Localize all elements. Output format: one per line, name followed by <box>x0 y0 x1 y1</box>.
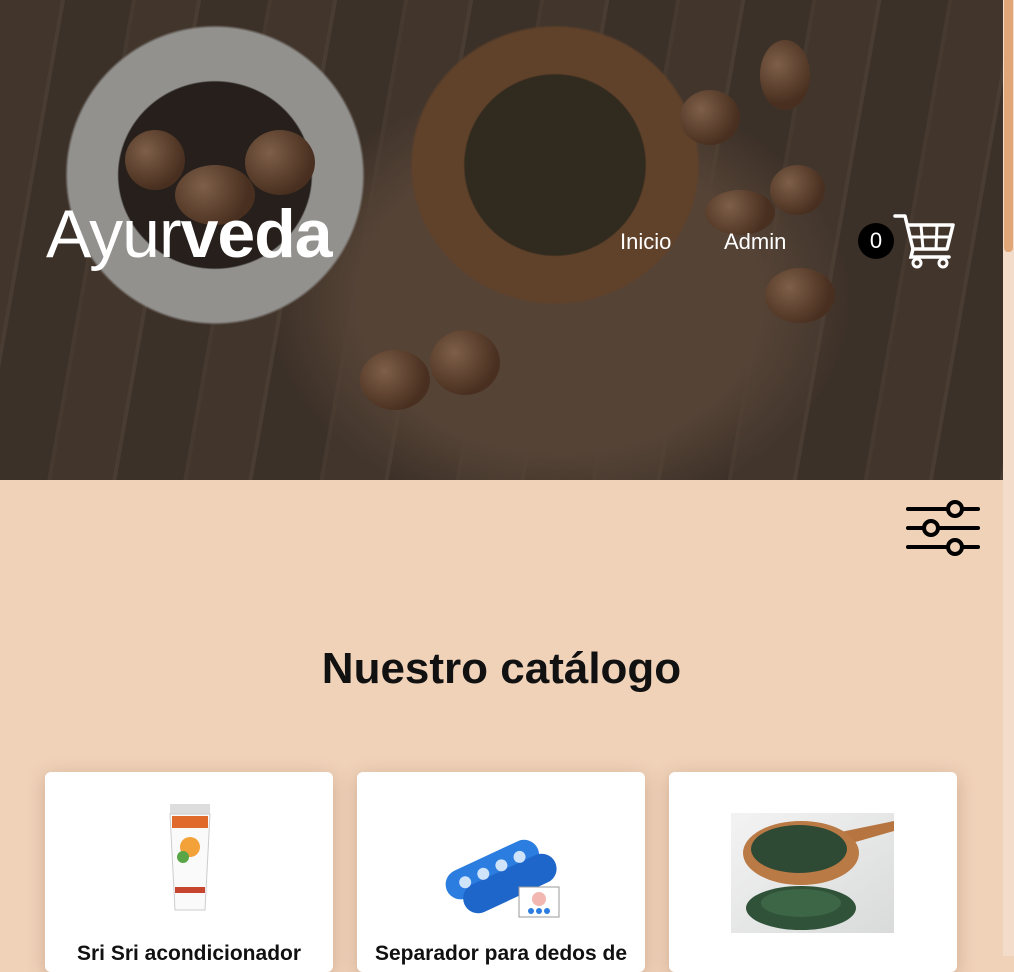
cart-count-badge: 0 <box>858 223 894 259</box>
nav-admin[interactable]: Admin <box>724 229 786 255</box>
product-image <box>731 813 894 933</box>
logo-bold-text: veda <box>180 196 333 272</box>
catalog-title: Nuestro catálogo <box>321 644 682 693</box>
product-image <box>445 839 560 918</box>
logo-light-text: Ayur <box>46 196 182 272</box>
product-card[interactable]: Sri Sri acondicionador <box>45 772 333 972</box>
hero-banner: Ayurveda Inicio Admin 0 <box>0 0 1003 480</box>
nav-inicio[interactable]: Inicio <box>620 229 671 255</box>
product-card[interactable]: Separador para dedos de <box>357 772 645 972</box>
product-title[interactable]: Sri Sri acondicionador <box>55 942 323 966</box>
product-image <box>169 804 211 911</box>
filter-sliders-icon[interactable] <box>905 498 981 558</box>
scrollbar-thumb[interactable] <box>1004 0 1013 252</box>
product-title[interactable]: Separador para dedos de <box>367 942 635 966</box>
site-logo[interactable]: Ayurveda <box>46 200 333 268</box>
product-card[interactable] <box>669 772 957 972</box>
shopping-cart-icon[interactable] <box>893 211 957 269</box>
